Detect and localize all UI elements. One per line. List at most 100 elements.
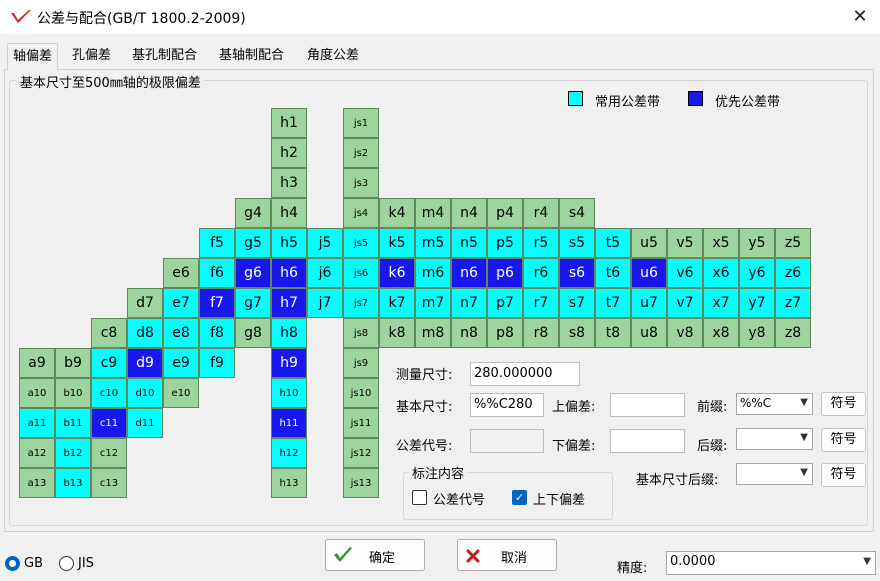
tolerance-cell-b10[interactable]: b10 — [55, 378, 91, 408]
tolerance-cell-r6[interactable]: r6 — [523, 258, 559, 288]
tolerance-cell-y6[interactable]: y6 — [739, 258, 775, 288]
tolerance-cell-s4[interactable]: s4 — [559, 198, 595, 228]
tolerance-cell-z6[interactable]: z6 — [775, 258, 811, 288]
tolerance-cell-m6[interactable]: m6 — [415, 258, 451, 288]
tolerance-cell-u6[interactable]: u6 — [631, 258, 667, 288]
tolerance-cell-d9[interactable]: d9 — [127, 348, 163, 378]
tolerance-cell-h13[interactable]: h13 — [271, 468, 307, 498]
tolerance-cell-x6[interactable]: x6 — [703, 258, 739, 288]
tolerance-cell-c10[interactable]: c10 — [91, 378, 127, 408]
tolerance-cell-d11[interactable]: d11 — [127, 408, 163, 438]
tolerance-cell-k4[interactable]: k4 — [379, 198, 415, 228]
tolerance-cell-j7[interactable]: j7 — [307, 288, 343, 318]
tolerance-cell-b11[interactable]: b11 — [55, 408, 91, 438]
suffix-symbol-button[interactable]: 符号 — [821, 428, 866, 452]
tolerance-cell-s5[interactable]: s5 — [559, 228, 595, 258]
tolerance-cell-z8[interactable]: z8 — [775, 318, 811, 348]
tolerance-code-input[interactable] — [470, 429, 544, 453]
tolerance-cell-j6[interactable]: j6 — [307, 258, 343, 288]
tolerance-cell-js8[interactable]: js8 — [343, 318, 379, 348]
tolerance-cell-s6[interactable]: s6 — [559, 258, 595, 288]
deviation-checkbox[interactable]: ✓ — [512, 490, 527, 505]
tolerance-cell-x7[interactable]: x7 — [703, 288, 739, 318]
tolerance-cell-j5[interactable]: j5 — [307, 228, 343, 258]
tolerance-cell-h9[interactable]: h9 — [271, 348, 307, 378]
tolerance-cell-m4[interactable]: m4 — [415, 198, 451, 228]
tolerance-cell-c9[interactable]: c9 — [91, 348, 127, 378]
tolerance-cell-k7[interactable]: k7 — [379, 288, 415, 318]
tolerance-cell-t7[interactable]: t7 — [595, 288, 631, 318]
tolerance-cell-n5[interactable]: n5 — [451, 228, 487, 258]
tolerance-cell-f6[interactable]: f6 — [199, 258, 235, 288]
tolerance-cell-t5[interactable]: t5 — [595, 228, 631, 258]
tolerance-cell-h5[interactable]: h5 — [271, 228, 307, 258]
tolerance-cell-g8[interactable]: g8 — [235, 318, 271, 348]
tab-hole-deviation[interactable]: 孔偏差 — [67, 45, 116, 67]
tolerance-cell-h7[interactable]: h7 — [271, 288, 307, 318]
lower-deviation-input[interactable] — [610, 429, 685, 453]
tolerance-code-checkbox[interactable] — [412, 490, 427, 505]
precision-select[interactable]: 0.0000 ▼ — [666, 551, 876, 575]
tolerance-cell-f7[interactable]: f7 — [199, 288, 235, 318]
tolerance-cell-a10[interactable]: a10 — [19, 378, 55, 408]
tolerance-cell-p4[interactable]: p4 — [487, 198, 523, 228]
tolerance-cell-g7[interactable]: g7 — [235, 288, 271, 318]
tolerance-cell-r5[interactable]: r5 — [523, 228, 559, 258]
tolerance-cell-g5[interactable]: g5 — [235, 228, 271, 258]
tolerance-cell-c13[interactable]: c13 — [91, 468, 127, 498]
tolerance-cell-h4[interactable]: h4 — [271, 198, 307, 228]
ok-button[interactable]: 确定 — [325, 539, 425, 571]
tolerance-cell-r8[interactable]: r8 — [523, 318, 559, 348]
tolerance-cell-t8[interactable]: t8 — [595, 318, 631, 348]
tolerance-cell-h8[interactable]: h8 — [271, 318, 307, 348]
tab-hole-basis-fit[interactable]: 基孔制配合 — [127, 45, 202, 67]
tolerance-cell-y7[interactable]: y7 — [739, 288, 775, 318]
tolerance-cell-e7[interactable]: e7 — [163, 288, 199, 318]
suffix-select[interactable]: ▼ — [736, 428, 813, 450]
basic-suffix-select[interactable]: ▼ — [736, 463, 813, 485]
tolerance-cell-js10[interactable]: js10 — [343, 378, 379, 408]
tolerance-cell-c11[interactable]: c11 — [91, 408, 127, 438]
tolerance-cell-y5[interactable]: y5 — [739, 228, 775, 258]
tolerance-cell-m8[interactable]: m8 — [415, 318, 451, 348]
tolerance-cell-a9[interactable]: a9 — [19, 348, 55, 378]
tolerance-cell-js4[interactable]: js4 — [343, 198, 379, 228]
tolerance-cell-v5[interactable]: v5 — [667, 228, 703, 258]
tab-angle-tolerance[interactable]: 角度公差 — [302, 45, 364, 67]
tolerance-cell-k6[interactable]: k6 — [379, 258, 415, 288]
tolerance-cell-js2[interactable]: js2 — [343, 138, 379, 168]
jis-radio[interactable] — [59, 556, 74, 571]
tolerance-cell-n6[interactable]: n6 — [451, 258, 487, 288]
tolerance-cell-js1[interactable]: js1 — [343, 108, 379, 138]
measure-size-input[interactable]: 280.000000 — [470, 362, 580, 386]
tolerance-cell-n8[interactable]: n8 — [451, 318, 487, 348]
tolerance-cell-p8[interactable]: p8 — [487, 318, 523, 348]
tolerance-cell-js12[interactable]: js12 — [343, 438, 379, 468]
tolerance-cell-f5[interactable]: f5 — [199, 228, 235, 258]
basic-suffix-symbol-button[interactable]: 符号 — [821, 463, 866, 487]
tolerance-cell-s7[interactable]: s7 — [559, 288, 595, 318]
tolerance-cell-g6[interactable]: g6 — [235, 258, 271, 288]
tolerance-cell-js13[interactable]: js13 — [343, 468, 379, 498]
tolerance-cell-v6[interactable]: v6 — [667, 258, 703, 288]
tolerance-cell-b9[interactable]: b9 — [55, 348, 91, 378]
tolerance-cell-a11[interactable]: a11 — [19, 408, 55, 438]
tolerance-cell-js11[interactable]: js11 — [343, 408, 379, 438]
tolerance-cell-x5[interactable]: x5 — [703, 228, 739, 258]
tolerance-cell-f9[interactable]: f9 — [199, 348, 235, 378]
tolerance-cell-h10[interactable]: h10 — [271, 378, 307, 408]
tolerance-cell-d8[interactable]: d8 — [127, 318, 163, 348]
tolerance-cell-n7[interactable]: n7 — [451, 288, 487, 318]
tolerance-cell-e10[interactable]: e10 — [163, 378, 199, 408]
tolerance-cell-x8[interactable]: x8 — [703, 318, 739, 348]
tolerance-cell-b13[interactable]: b13 — [55, 468, 91, 498]
tolerance-cell-k8[interactable]: k8 — [379, 318, 415, 348]
tolerance-cell-js9[interactable]: js9 — [343, 348, 379, 378]
tab-shaft-deviation[interactable]: 轴偏差 — [7, 43, 59, 70]
tolerance-cell-t6[interactable]: t6 — [595, 258, 631, 288]
tolerance-cell-v7[interactable]: v7 — [667, 288, 703, 318]
tolerance-cell-y8[interactable]: y8 — [739, 318, 775, 348]
upper-deviation-input[interactable] — [610, 393, 685, 417]
tolerance-cell-r4[interactable]: r4 — [523, 198, 559, 228]
tolerance-cell-r7[interactable]: r7 — [523, 288, 559, 318]
